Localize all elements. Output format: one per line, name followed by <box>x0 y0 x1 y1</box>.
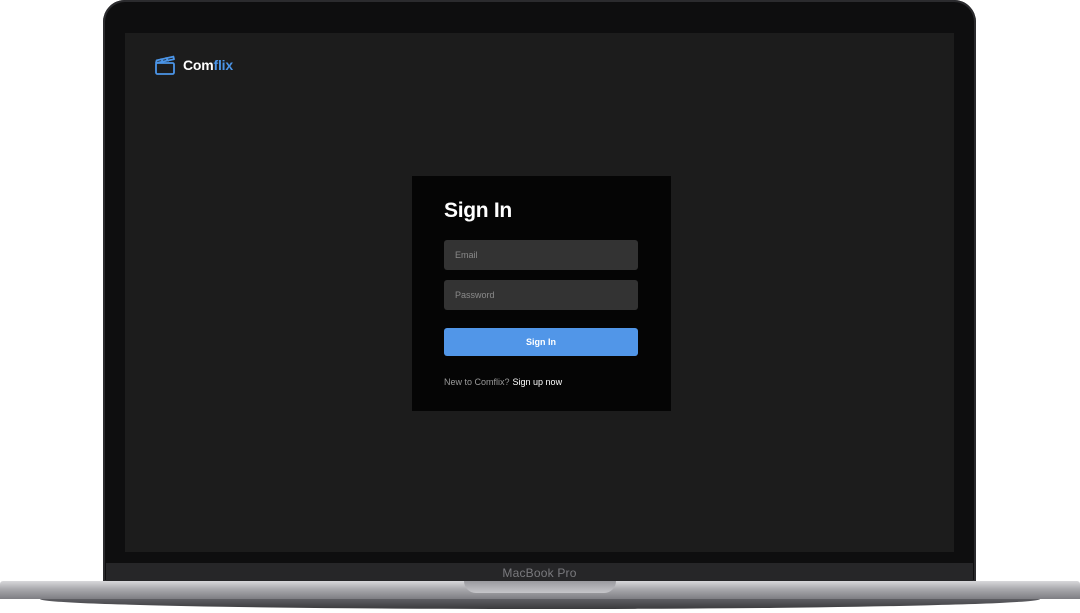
device-label: MacBook Pro <box>502 565 577 580</box>
signin-title: Sign In <box>444 199 512 222</box>
signup-link[interactable]: Sign up now <box>513 377 563 387</box>
signin-button[interactable]: Sign In <box>444 328 638 356</box>
brand-name-part2: flix <box>213 57 234 73</box>
laptop-chin: MacBook Pro <box>106 563 973 582</box>
email-input[interactable] <box>444 240 638 270</box>
brand-logo[interactable]: Comflix <box>153 53 233 77</box>
laptop-notch <box>464 581 616 593</box>
clapperboard-icon <box>155 55 175 75</box>
password-input[interactable] <box>444 280 638 310</box>
brand-name-part1: Com <box>183 57 214 73</box>
new-user-text: New to Comflix? <box>444 377 510 387</box>
signin-card: Sign In Sign In New to Comflix?Sign up n… <box>412 176 671 411</box>
brand-name: Comflix <box>183 57 233 73</box>
laptop-foot <box>40 599 1040 609</box>
signup-prompt: New to Comflix? Sign up now <box>444 377 562 387</box>
screen: Comflix Sign In Sign In New to Comflix?S… <box>125 33 954 552</box>
